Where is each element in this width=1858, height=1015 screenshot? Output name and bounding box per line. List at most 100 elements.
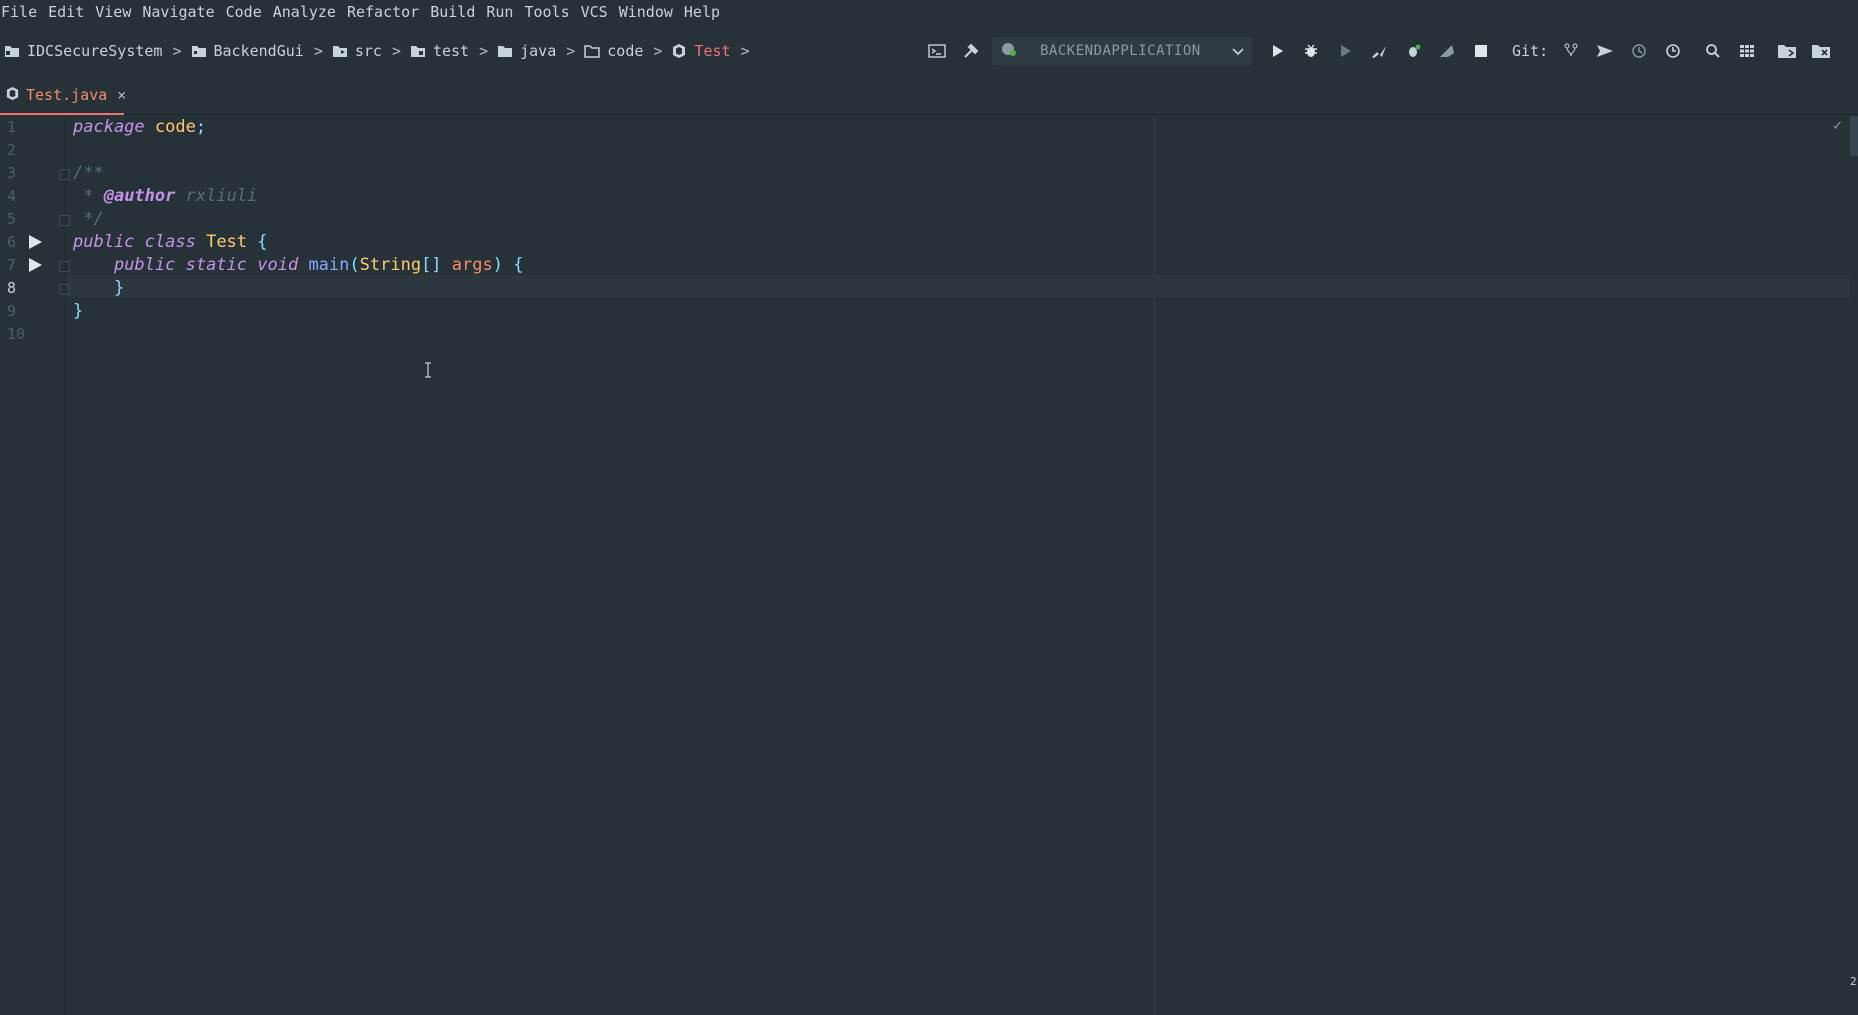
code-line: 5 */ bbox=[0, 208, 1850, 231]
chevron-right-icon: > bbox=[172, 42, 182, 60]
git-update-icon[interactable] bbox=[1554, 35, 1588, 67]
line-number: 10 bbox=[7, 325, 26, 343]
mouse-cursor-icon bbox=[423, 362, 433, 378]
run-configuration-label: BACKENDAPPLICATION bbox=[1040, 43, 1201, 59]
package-icon bbox=[583, 42, 601, 60]
menu-vcs[interactable]: VCS bbox=[580, 0, 614, 24]
menu-build[interactable]: Build bbox=[429, 0, 481, 24]
chevron-right-icon: > bbox=[479, 42, 489, 60]
search-icon[interactable] bbox=[1696, 35, 1730, 67]
line-number: 3 bbox=[7, 164, 17, 182]
fold-icon[interactable] bbox=[59, 215, 70, 226]
code-text: * @author rxliuli bbox=[73, 186, 258, 206]
java-class-icon bbox=[670, 42, 688, 60]
breadcrumb-item-code[interactable]: code > bbox=[583, 42, 670, 60]
run-icon[interactable] bbox=[1260, 35, 1294, 67]
spring-boot-icon bbox=[1000, 41, 1018, 61]
close-icon[interactable]: × bbox=[117, 86, 126, 104]
fold-icon[interactable] bbox=[59, 261, 70, 272]
line-number: 8 bbox=[7, 279, 17, 297]
tab-label: Test.java bbox=[26, 86, 108, 104]
code-text: } bbox=[73, 301, 84, 321]
line-number: 9 bbox=[7, 302, 17, 320]
chevron-right-icon: > bbox=[566, 42, 576, 60]
run-gutter-icon[interactable] bbox=[27, 234, 45, 252]
breadcrumb: IDCSecureSystem > BackendGui > src > tes… bbox=[0, 42, 758, 60]
menu-analyze[interactable]: Analyze bbox=[272, 0, 342, 24]
code-line: 4 * @author rxliuli bbox=[0, 185, 1850, 208]
code-text: /** bbox=[73, 163, 104, 183]
inspection-ok-icon[interactable]: ✓ bbox=[1833, 116, 1842, 134]
fold-icon[interactable] bbox=[59, 169, 70, 180]
open-file-icon[interactable] bbox=[1770, 35, 1804, 67]
code-line: 1 package code; bbox=[0, 116, 1850, 139]
code-line: 6 public class Test { bbox=[0, 231, 1850, 254]
tab-test-java[interactable]: Test.java × bbox=[0, 77, 126, 115]
breadcrumb-item-test[interactable]: test > bbox=[409, 42, 496, 60]
source-folder-icon bbox=[331, 42, 349, 60]
git-push-icon[interactable] bbox=[1588, 35, 1622, 67]
rerun-icon[interactable] bbox=[1430, 35, 1464, 67]
code-line: 8 } bbox=[0, 277, 1850, 300]
code-line: 3 /** bbox=[0, 162, 1850, 185]
corner-mark: 2 bbox=[1850, 975, 1857, 988]
vertical-scrollbar[interactable] bbox=[1850, 116, 1858, 156]
menu-code[interactable]: Code bbox=[225, 0, 268, 24]
menu-help[interactable]: Help bbox=[683, 0, 726, 24]
rollback-icon[interactable] bbox=[1656, 35, 1690, 67]
menu-window[interactable]: Window bbox=[618, 0, 679, 24]
breadcrumb-item-java[interactable]: java > bbox=[496, 42, 583, 60]
build-hammer-icon[interactable] bbox=[954, 35, 988, 67]
code-line: 2 bbox=[0, 139, 1850, 162]
project-folder-icon bbox=[3, 42, 21, 60]
debug-icon[interactable] bbox=[1294, 35, 1328, 67]
folder-icon bbox=[496, 42, 514, 60]
code-text: public static void main(String[] args) { bbox=[113, 255, 524, 275]
menu-run[interactable]: Run bbox=[485, 0, 519, 24]
profile-icon[interactable] bbox=[1362, 35, 1396, 67]
line-number: 1 bbox=[7, 118, 17, 136]
run-configuration-select[interactable]: BACKENDAPPLICATION bbox=[992, 37, 1252, 65]
chevron-right-icon: > bbox=[313, 42, 323, 60]
code-line: 7 public static void main(String[] args)… bbox=[0, 254, 1850, 277]
chevron-right-icon: > bbox=[653, 42, 663, 60]
breadcrumb-item-src[interactable]: src > bbox=[331, 42, 409, 60]
git-label: Git: bbox=[1512, 42, 1549, 60]
menu-navigate[interactable]: Navigate bbox=[141, 0, 220, 24]
author-value: rxliuli bbox=[185, 186, 258, 206]
menu-file[interactable]: File bbox=[0, 0, 43, 24]
chevron-right-icon: > bbox=[391, 42, 401, 60]
code-text: package code; bbox=[73, 117, 207, 137]
run-with-coverage-icon[interactable] bbox=[1328, 35, 1362, 67]
terminal-icon[interactable] bbox=[920, 35, 954, 67]
code-text: } bbox=[113, 278, 125, 298]
main-toolbar: BACKENDAPPLICATION Git: bbox=[920, 35, 1838, 67]
code-editor[interactable]: 1 package code; 2 3 /** 4 * @author rxli… bbox=[0, 116, 1850, 1015]
fold-icon[interactable] bbox=[59, 284, 70, 295]
menu-refactor[interactable]: Refactor bbox=[346, 0, 425, 24]
menu-bar: File Edit View Navigate Code Analyze Ref… bbox=[0, 0, 1858, 24]
history-icon[interactable] bbox=[1622, 35, 1656, 67]
code-line: 10 bbox=[0, 323, 1850, 346]
attach-debugger-icon[interactable] bbox=[1396, 35, 1430, 67]
ide-window: { "menu": { "items": ["File", "Edit", "V… bbox=[0, 0, 1858, 1015]
breadcrumb-item-class[interactable]: Test > bbox=[670, 42, 757, 60]
navigation-bar: IDCSecureSystem > BackendGui > src > tes… bbox=[0, 35, 1858, 67]
menu-view[interactable]: View bbox=[94, 0, 137, 24]
menu-tools[interactable]: Tools bbox=[523, 0, 575, 24]
chevron-down-icon bbox=[1232, 42, 1244, 60]
module-folder-icon bbox=[190, 42, 208, 60]
line-number: 4 bbox=[7, 187, 17, 205]
code-line: 9 } bbox=[0, 300, 1850, 323]
editor-tab-bar: Test.java × bbox=[0, 77, 1858, 115]
menu-edit[interactable]: Edit bbox=[47, 0, 90, 24]
line-number: 2 bbox=[7, 141, 17, 159]
run-gutter-icon[interactable] bbox=[27, 257, 45, 275]
breadcrumb-item-module[interactable]: BackendGui > bbox=[190, 42, 331, 60]
test-folder-icon bbox=[409, 42, 427, 60]
stop-icon[interactable] bbox=[1464, 35, 1498, 67]
open-folder-icon[interactable] bbox=[1804, 35, 1838, 67]
breadcrumb-item-project[interactable]: IDCSecureSystem > bbox=[3, 42, 190, 60]
line-number: 6 bbox=[7, 233, 17, 251]
project-structure-icon[interactable] bbox=[1730, 35, 1764, 67]
